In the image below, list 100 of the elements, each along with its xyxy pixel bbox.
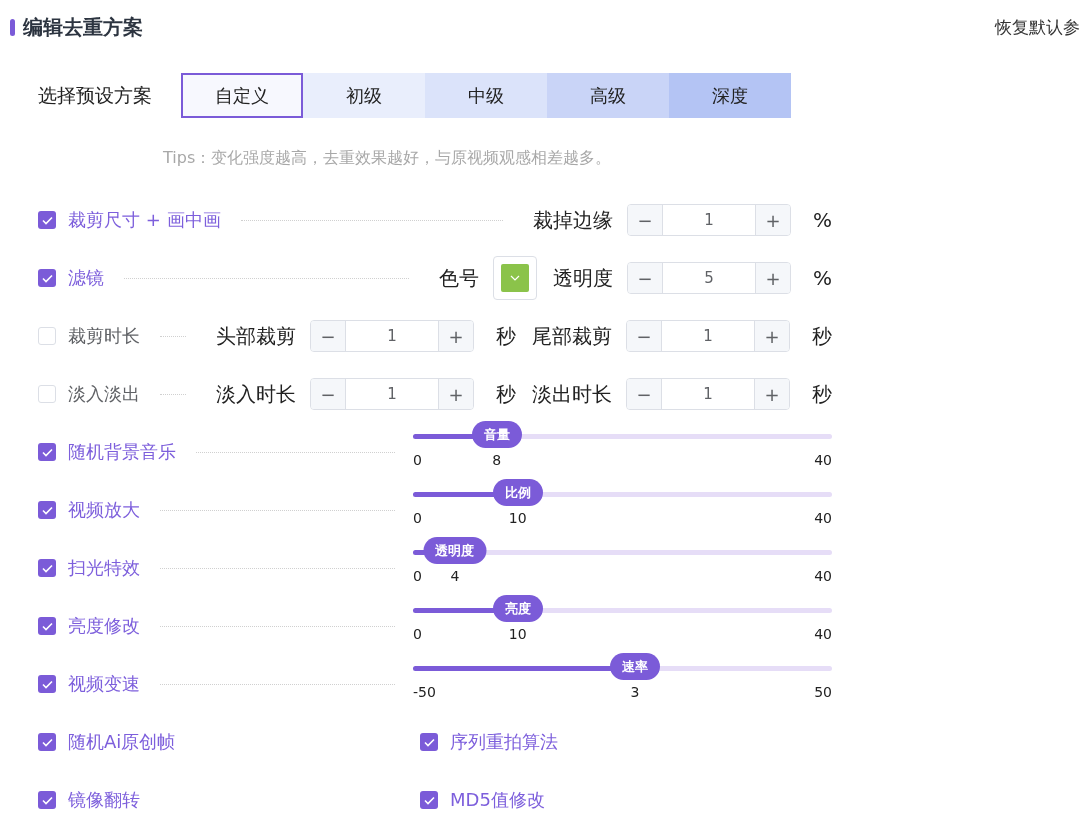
value-label: 8: [492, 452, 502, 468]
field-label: 透明度: [553, 264, 613, 292]
slider-thumb[interactable]: 比例: [492, 479, 543, 506]
increment-button[interactable]: +: [755, 263, 790, 293]
tips-text: Tips：变化强度越高，去重效果越好，与原视频观感相差越多。: [163, 148, 613, 169]
field-label: 尾部裁剪: [532, 322, 612, 350]
max-label: 40: [814, 626, 832, 642]
slider-thumb[interactable]: 速率: [610, 653, 661, 680]
preset-label: 选择预设方案: [38, 82, 153, 108]
number-stepper[interactable]: − 1 +: [626, 378, 790, 410]
increment-button[interactable]: +: [438, 321, 473, 351]
max-label: 50: [814, 684, 832, 700]
unit-label: %: [813, 208, 832, 232]
option-label: 序列重拍算法: [450, 730, 558, 754]
increment-button[interactable]: +: [754, 379, 789, 409]
min-label: 0: [413, 568, 422, 584]
decrement-button[interactable]: −: [311, 379, 346, 409]
field-label: 淡入时长: [216, 380, 296, 408]
option-label: 滤镜: [68, 266, 104, 290]
option-label: MD5值修改: [450, 788, 545, 812]
number-stepper[interactable]: − 1 +: [310, 378, 474, 410]
increment-button[interactable]: +: [438, 379, 473, 409]
checkbox[interactable]: [38, 559, 56, 577]
unit-label: %: [813, 266, 832, 290]
decrement-button[interactable]: −: [311, 321, 346, 351]
check-icon: [41, 679, 53, 689]
slider-thumb[interactable]: 亮度: [492, 595, 543, 622]
check-icon: [423, 795, 435, 805]
checkbox[interactable]: [38, 791, 56, 809]
chevron-down-icon: [510, 275, 520, 281]
value-label: 4: [450, 568, 460, 584]
value-label: 10: [508, 510, 527, 526]
unit-label: 秒: [496, 322, 516, 350]
slider-thumb[interactable]: 音量: [471, 421, 522, 448]
reset-defaults-link[interactable]: 恢复默认参: [995, 15, 1080, 39]
checkbox[interactable]: [38, 385, 56, 403]
min-label: 0: [413, 510, 422, 526]
option-label: 淡入淡出: [68, 382, 140, 406]
checkbox[interactable]: [38, 443, 56, 461]
decrement-button[interactable]: −: [627, 379, 662, 409]
check-icon: [41, 215, 53, 225]
check-icon: [41, 273, 53, 283]
checkbox[interactable]: [38, 327, 56, 345]
field-label: 色号: [439, 264, 479, 292]
preset-tab[interactable]: 高级: [547, 73, 669, 118]
min-label: 0: [413, 452, 422, 468]
number-stepper[interactable]: − 5 +: [627, 262, 791, 294]
check-icon: [41, 737, 53, 747]
checkbox[interactable]: [38, 675, 56, 693]
checkbox[interactable]: [38, 733, 56, 751]
check-icon: [41, 795, 53, 805]
field-label: 淡出时长: [532, 380, 612, 408]
check-icon: [41, 447, 53, 457]
option-label: 扫光特效: [68, 556, 140, 580]
max-label: 40: [814, 510, 832, 526]
unit-label: 秒: [812, 322, 832, 350]
check-icon: [41, 563, 53, 573]
check-icon: [41, 505, 53, 515]
increment-button[interactable]: +: [754, 321, 789, 351]
checkbox[interactable]: [38, 269, 56, 287]
field-label: 裁掉边缘: [533, 206, 613, 234]
max-label: 40: [814, 452, 832, 468]
slider-thumb[interactable]: 透明度: [423, 537, 487, 564]
checkbox[interactable]: [38, 617, 56, 635]
checkbox[interactable]: [38, 501, 56, 519]
option-label: 视频变速: [68, 672, 140, 696]
min-label: 0: [413, 626, 422, 642]
option-label: 裁剪尺寸 + 画中画: [68, 208, 221, 232]
min-label: -50: [413, 684, 436, 700]
title-accent-bar: [10, 18, 15, 36]
check-icon: [41, 621, 53, 631]
preset-tab[interactable]: 深度: [669, 73, 791, 118]
option-label: 亮度修改: [68, 614, 140, 638]
preset-tab[interactable]: 中级: [425, 73, 547, 118]
preset-tab[interactable]: 自定义: [181, 73, 303, 118]
decrement-button[interactable]: −: [628, 205, 663, 235]
field-label: 头部裁剪: [216, 322, 296, 350]
option-label: 镜像翻转: [68, 788, 140, 812]
option-label: 随机Ai原创帧: [68, 730, 176, 754]
option-label: 随机背景音乐: [68, 440, 176, 464]
unit-label: 秒: [496, 380, 516, 408]
checkbox[interactable]: [38, 211, 56, 229]
check-icon: [423, 737, 435, 747]
value-label: 10: [508, 626, 527, 642]
section-title: 编辑去重方案: [23, 13, 143, 41]
number-stepper[interactable]: − 1 +: [310, 320, 474, 352]
increment-button[interactable]: +: [755, 205, 790, 235]
option-label: 视频放大: [68, 498, 140, 522]
max-label: 40: [814, 568, 832, 584]
color-picker[interactable]: [493, 256, 537, 300]
checkbox[interactable]: [420, 791, 438, 809]
option-label: 裁剪时长: [68, 324, 140, 348]
decrement-button[interactable]: −: [628, 263, 663, 293]
decrement-button[interactable]: −: [627, 321, 662, 351]
unit-label: 秒: [812, 380, 832, 408]
number-stepper[interactable]: − 1 +: [626, 320, 790, 352]
preset-tab[interactable]: 初级: [303, 73, 425, 118]
value-label: 3: [630, 684, 640, 700]
checkbox[interactable]: [420, 733, 438, 751]
number-stepper[interactable]: − 1 +: [627, 204, 791, 236]
